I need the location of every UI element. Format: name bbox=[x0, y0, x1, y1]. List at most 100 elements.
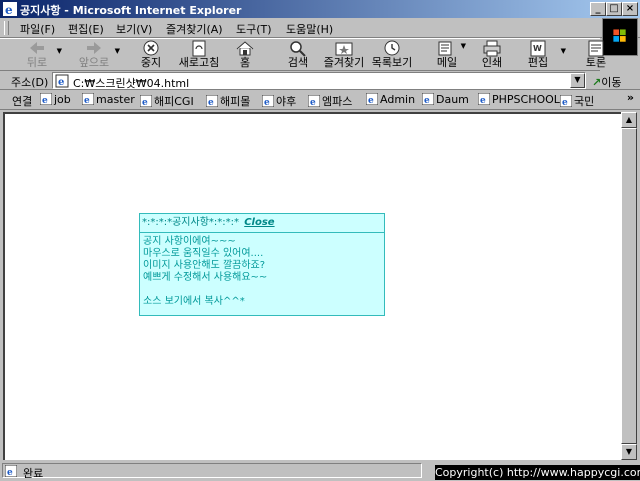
stop-icon bbox=[143, 40, 159, 56]
notice-body: 공지 사항이에여~~~ 마우스로 움직일수 있어여.... 이미지 사용안해도 … bbox=[140, 233, 384, 311]
notice-line: 공지 사항이에여~~~ bbox=[143, 236, 236, 247]
forward-dropdown-icon[interactable]: ▼ bbox=[115, 47, 120, 55]
menu-edit[interactable]: 편집(E) bbox=[68, 21, 104, 37]
search-button[interactable]: 검색 bbox=[284, 40, 312, 70]
copyright-banner: Copyright(c) http://www.happycgi.com bbox=[435, 465, 640, 480]
menu-help[interactable]: 도움말(H) bbox=[286, 21, 333, 37]
address-input[interactable]: e C:₩스크린샷₩04.html ▼ bbox=[52, 72, 586, 90]
link-admin[interactable]: e Admin bbox=[366, 93, 415, 106]
back-button[interactable]: 뒤로 ▼ bbox=[20, 40, 62, 70]
ie-page-icon: e bbox=[82, 93, 94, 105]
menu-file[interactable]: 파일(F) bbox=[20, 21, 55, 37]
ie-page-icon: e bbox=[140, 95, 152, 107]
notice-line: 소스 보기에서 복사^^* bbox=[143, 296, 245, 307]
svg-text:e: e bbox=[7, 468, 13, 477]
ie-page-icon: e bbox=[262, 95, 274, 107]
ie-page-icon: e bbox=[40, 93, 52, 105]
links-more-button[interactable]: » bbox=[627, 91, 634, 104]
svg-text:e: e bbox=[5, 3, 13, 16]
page-content: *:*:*:*공지사항*:*:*:* Close 공지 사항이에여~~~ 마우스… bbox=[3, 112, 621, 460]
discuss-button[interactable]: 토론 bbox=[584, 40, 608, 70]
history-icon bbox=[384, 40, 400, 56]
standard-toolbar: 뒤로 ▼ 앞으로 ▼ 중지 새로고침 홈 검색 즐겨찾기 목록보기 메일 ▼ 인… bbox=[0, 38, 606, 71]
print-button[interactable]: 인쇄 bbox=[480, 40, 504, 70]
link-empas[interactable]: e 엠파스 bbox=[308, 93, 352, 109]
link-happymall[interactable]: e 해피몰 bbox=[206, 93, 250, 109]
refresh-icon bbox=[192, 40, 206, 57]
notice-title: *:*:*:*공지사항*:*:*:* bbox=[142, 217, 240, 228]
scroll-down-icon[interactable]: ▼ bbox=[621, 444, 637, 460]
favorites-icon bbox=[335, 42, 353, 56]
maximize-button[interactable]: □ bbox=[606, 2, 622, 16]
menu-tools[interactable]: 도구(T) bbox=[236, 21, 272, 37]
go-arrow-icon: ↗ bbox=[592, 76, 602, 89]
link-job[interactable]: e job bbox=[40, 93, 71, 106]
ie-page-icon: e bbox=[308, 95, 320, 107]
title-bar[interactable]: e 공지사항 - Microsoft Internet Explorer _ □… bbox=[0, 0, 640, 18]
ie-page-icon: e bbox=[478, 93, 490, 105]
edit-button[interactable]: W 편집 ▼ bbox=[526, 40, 566, 70]
address-url: C:₩스크린샷₩04.html bbox=[73, 77, 190, 90]
scroll-thumb[interactable] bbox=[621, 128, 637, 444]
link-daum[interactable]: e Daum bbox=[422, 93, 469, 106]
close-button[interactable]: × bbox=[622, 2, 638, 16]
history-button[interactable]: 목록보기 bbox=[370, 40, 414, 70]
svg-text:e: e bbox=[310, 98, 316, 107]
back-dropdown-icon[interactable]: ▼ bbox=[57, 47, 62, 55]
home-button[interactable]: 홈 bbox=[234, 40, 256, 70]
ie-page-icon: e bbox=[560, 95, 572, 107]
forward-arrow-icon bbox=[87, 42, 101, 54]
search-icon bbox=[290, 41, 306, 57]
svg-text:e: e bbox=[562, 98, 568, 107]
forward-button[interactable]: 앞으로 ▼ bbox=[76, 40, 120, 70]
svg-text:e: e bbox=[368, 96, 374, 105]
menu-grip[interactable] bbox=[4, 21, 9, 35]
address-dropdown-icon[interactable]: ▼ bbox=[570, 73, 585, 88]
link-happycgi[interactable]: e 해피CGI bbox=[140, 93, 194, 109]
notice-header[interactable]: *:*:*:*공지사항*:*:*:* Close bbox=[140, 214, 384, 233]
back-arrow-icon bbox=[30, 42, 44, 54]
svg-text:e: e bbox=[58, 77, 64, 88]
scroll-up-icon[interactable]: ▲ bbox=[621, 112, 637, 128]
menu-favorites[interactable]: 즐겨찾기(A) bbox=[166, 21, 223, 37]
svg-text:e: e bbox=[142, 98, 148, 107]
favorites-button[interactable]: 즐겨찾기 bbox=[322, 40, 366, 70]
svg-text:W: W bbox=[533, 44, 542, 53]
notice-popup[interactable]: *:*:*:*공지사항*:*:*:* Close 공지 사항이에여~~~ 마우스… bbox=[139, 213, 385, 316]
link-phpschool[interactable]: e PHPSCHOOL bbox=[478, 93, 560, 106]
notice-line bbox=[143, 284, 381, 296]
notice-line: 마우스로 움직일수 있어여.... bbox=[143, 248, 264, 259]
go-button[interactable]: ↗이동 bbox=[592, 74, 621, 90]
ie-page-icon: e bbox=[5, 465, 17, 477]
svg-text:e: e bbox=[42, 96, 48, 105]
word-document-icon: W bbox=[530, 40, 546, 57]
vertical-scrollbar[interactable]: ▲ ▼ bbox=[621, 112, 637, 460]
notice-close-link[interactable]: Close bbox=[244, 217, 274, 228]
minimize-button[interactable]: _ bbox=[590, 2, 606, 16]
edit-dropdown-icon[interactable]: ▼ bbox=[561, 47, 566, 55]
ie-page-icon: e bbox=[366, 93, 378, 105]
window-title: 공지사항 - Microsoft Internet Explorer bbox=[20, 4, 242, 17]
discuss-icon bbox=[588, 40, 604, 57]
link-kookmin[interactable]: e 국민 bbox=[560, 93, 594, 109]
menu-view[interactable]: 보기(V) bbox=[116, 21, 152, 37]
svg-text:e: e bbox=[424, 96, 430, 105]
svg-text:e: e bbox=[480, 96, 486, 105]
notice-line: 예쁘게 수정해서 사용해요~~ bbox=[143, 272, 268, 283]
ie-page-icon: e bbox=[206, 95, 218, 107]
svg-text:e: e bbox=[84, 96, 90, 105]
mail-dropdown-icon[interactable]: ▼ bbox=[461, 42, 466, 50]
links-bar: 연결 e job e master e 해피CGI e 해피몰 e 야후 e 엠파스 e Ad… bbox=[0, 90, 640, 110]
svg-text:e: e bbox=[208, 98, 214, 107]
stop-button[interactable]: 중지 bbox=[136, 40, 166, 70]
home-icon bbox=[236, 41, 254, 56]
link-yahoo[interactable]: e 야후 bbox=[262, 93, 296, 109]
address-bar: 주소(D) e C:₩스크린샷₩04.html ▼ ↗이동 bbox=[0, 71, 640, 90]
mail-button[interactable]: 메일 ▼ bbox=[434, 40, 466, 70]
link-master[interactable]: e master bbox=[82, 93, 135, 106]
refresh-button[interactable]: 새로고침 bbox=[176, 40, 222, 70]
svg-text:e: e bbox=[264, 98, 270, 107]
ie-logo-icon: e bbox=[3, 2, 17, 16]
status-pane: e 완료 bbox=[2, 463, 422, 480]
mail-icon bbox=[438, 41, 452, 56]
